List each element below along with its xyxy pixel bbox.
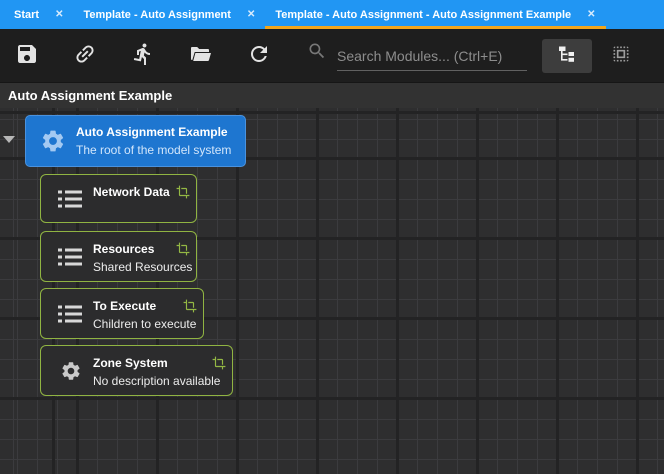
tab-label: Template - Auto Assignment <box>83 8 231 21</box>
node-title: Auto Assignment Example <box>76 125 228 139</box>
crop-icon[interactable] <box>212 356 226 370</box>
node-to-execute[interactable]: To Execute Children to execute <box>40 288 204 339</box>
link-icon <box>73 42 97 69</box>
search-icon <box>307 41 327 71</box>
node-subtitle: The root of the model system <box>76 143 232 157</box>
list-icon <box>49 232 93 281</box>
close-icon[interactable]: ✕ <box>55 9 63 20</box>
collapse-arrow-icon[interactable] <box>3 136 15 143</box>
list-icon <box>49 175 93 222</box>
crop-icon[interactable] <box>176 242 190 256</box>
node-title: Zone System <box>93 356 168 370</box>
crop-icon[interactable] <box>176 185 190 199</box>
tab-auto-assignment-example[interactable]: Template - Auto Assignment - Auto Assign… <box>265 0 606 29</box>
tab-template-auto-assignment[interactable]: Template - Auto Assignment ✕ <box>73 0 265 29</box>
crop-icon[interactable] <box>183 299 197 313</box>
toolbar <box>0 29 664 82</box>
model-canvas[interactable]: Auto Assignment Example The root of the … <box>0 108 664 474</box>
tree-view-button[interactable] <box>542 38 592 73</box>
page-title: Auto Assignment Example <box>8 88 173 103</box>
gear-icon <box>30 116 76 166</box>
node-subtitle: No description available <box>93 374 221 388</box>
select-region-view-button[interactable] <box>596 39 646 73</box>
open-folder-button[interactable] <box>189 44 213 68</box>
node-network-data[interactable]: Network Data <box>40 174 197 223</box>
tab-bar: Start ✕ Template - Auto Assignment ✕ Tem… <box>0 0 664 29</box>
tree-view-icon <box>557 44 577 67</box>
save-button[interactable] <box>15 44 39 68</box>
node-auto-assignment-example[interactable]: Auto Assignment Example The root of the … <box>25 115 246 167</box>
run-button[interactable] <box>131 42 155 69</box>
run-icon <box>131 42 155 69</box>
node-subtitle: Children to execute <box>93 317 197 331</box>
node-zone-system[interactable]: Zone System No description available <box>40 345 233 396</box>
refresh-icon <box>247 42 271 69</box>
tab-label: Template - Auto Assignment - Auto Assign… <box>275 8 572 21</box>
view-toggle-group <box>542 38 646 73</box>
node-subtitle: Shared Resources <box>93 260 193 274</box>
link-button[interactable] <box>73 44 97 68</box>
open-folder-icon <box>189 42 213 69</box>
module-search <box>307 41 527 71</box>
search-modules-input[interactable] <box>337 43 527 71</box>
select-region-icon <box>611 44 631 67</box>
gear-icon <box>49 346 93 395</box>
node-title: Network Data <box>93 185 170 199</box>
list-icon <box>49 289 93 338</box>
close-icon[interactable]: ✕ <box>587 9 595 20</box>
save-icon <box>15 42 39 69</box>
tab-start[interactable]: Start ✕ <box>4 0 73 29</box>
tab-label: Start <box>14 8 40 21</box>
breadcrumb: Auto Assignment Example <box>0 82 664 108</box>
close-icon[interactable]: ✕ <box>247 9 255 20</box>
application-window: Start ✕ Template - Auto Assignment ✕ Tem… <box>0 0 664 474</box>
node-title: To Execute <box>93 299 157 313</box>
refresh-button[interactable] <box>247 44 271 68</box>
node-resources[interactable]: Resources Shared Resources <box>40 231 197 282</box>
